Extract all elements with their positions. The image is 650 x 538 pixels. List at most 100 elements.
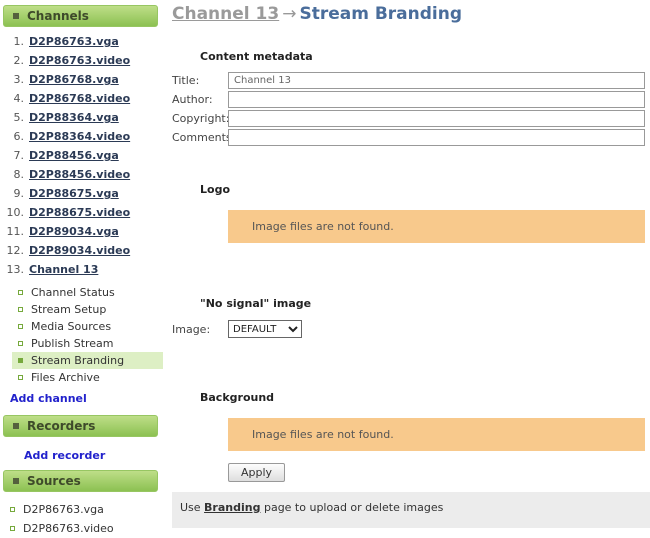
sidebar: Channels 1. D2P86763.vga 2.D2P86763.video… bbox=[0, 0, 163, 538]
comments-field[interactable] bbox=[228, 129, 645, 146]
footer-text-suffix: page to upload or delete images bbox=[260, 501, 443, 514]
page-title: Channel 13→Stream Branding bbox=[172, 4, 645, 24]
square-bullet-icon bbox=[10, 526, 15, 531]
sidebar-item-stream-branding[interactable]: Stream Branding bbox=[12, 352, 163, 369]
channel-link[interactable]: D2P88364.vga bbox=[29, 111, 119, 124]
source-item[interactable]: D2P86763.vga bbox=[0, 500, 163, 519]
channel-number: 1. bbox=[0, 35, 24, 48]
no-signal-image-select[interactable]: DEFAULT bbox=[228, 320, 302, 338]
branding-link[interactable]: Branding bbox=[204, 501, 260, 514]
copyright-field[interactable] bbox=[228, 110, 645, 127]
sidebar-item-channel-status[interactable]: Channel Status bbox=[12, 284, 163, 301]
section-header-label: Channels bbox=[27, 9, 89, 23]
channel-link[interactable]: D2P86763.video bbox=[29, 54, 130, 67]
channel-list-item: 2.D2P86763.video bbox=[0, 54, 163, 73]
square-bullet-icon bbox=[13, 478, 19, 484]
sidebar-item-label: Media Sources bbox=[31, 320, 111, 333]
channel-list-item: 10. D2P88675.video bbox=[0, 206, 163, 225]
page: Channels 1. D2P86763.vga 2.D2P86763.video… bbox=[0, 0, 650, 538]
channel-link[interactable]: D2P89034.vga bbox=[29, 225, 119, 238]
copyright-label: Copyright: bbox=[172, 112, 228, 125]
channel-list-item: 12. D2P89034.video bbox=[0, 244, 163, 263]
author-label: Author: bbox=[172, 93, 228, 106]
channel-number: 8. bbox=[0, 168, 24, 181]
sidebar-section-sources: Sources bbox=[3, 470, 158, 492]
channel-number: 3. bbox=[0, 73, 24, 86]
channel-link[interactable]: Channel 13 bbox=[29, 263, 98, 276]
comments-label: Comments: bbox=[172, 131, 228, 144]
sidebar-item-stream-setup[interactable]: Stream Setup bbox=[12, 301, 163, 318]
channel-link[interactable]: D2P86763.vga bbox=[29, 35, 119, 48]
sidebar-section-channels: Channels bbox=[3, 5, 158, 27]
image-label: Image: bbox=[172, 323, 228, 336]
channel-list-item: 7.D2P88456.vga bbox=[0, 149, 163, 168]
channel-link[interactable]: D2P86768.vga bbox=[29, 73, 119, 86]
source-item[interactable]: D2P86763.video bbox=[0, 519, 163, 538]
channel-list-item: 3. D2P86768.vga bbox=[0, 73, 163, 92]
breadcrumb-arrow: → bbox=[279, 4, 299, 24]
title-field[interactable] bbox=[228, 72, 645, 89]
channel-submenu: Channel Status Stream Setup Media Source… bbox=[12, 284, 163, 386]
channel-number: 9. bbox=[0, 187, 24, 200]
square-bullet-icon bbox=[10, 507, 15, 512]
channel-list: 1. D2P86763.vga 2.D2P86763.video 3. D2P867… bbox=[0, 35, 163, 282]
form-row-copyright: Copyright: bbox=[172, 109, 645, 128]
form-row-author: Author: bbox=[172, 90, 645, 109]
form-row-title: Title: bbox=[172, 71, 645, 90]
sidebar-item-label: Stream Branding bbox=[31, 354, 124, 367]
no-signal-heading: "No signal" image bbox=[200, 297, 645, 310]
logo-notice-banner: Image files are not found. bbox=[228, 210, 645, 243]
background-heading: Background bbox=[200, 391, 645, 404]
sidebar-item-publish-stream[interactable]: Publish Stream bbox=[12, 335, 163, 352]
channel-list-item: 9. D2P88675.vga bbox=[0, 187, 163, 206]
footer-text-prefix: Use bbox=[180, 501, 204, 514]
source-item-label: D2P86763.video bbox=[23, 522, 114, 535]
square-bullet-icon bbox=[18, 324, 23, 329]
content-metadata-heading: Content metadata bbox=[200, 50, 645, 63]
sidebar-item-label: Files Archive bbox=[31, 371, 100, 384]
form-row-comments: Comments: bbox=[172, 128, 645, 147]
square-bullet-icon bbox=[18, 358, 23, 363]
sidebar-item-label: Publish Stream bbox=[31, 337, 114, 350]
main-content: Channel 13→Stream Branding Content metad… bbox=[163, 0, 650, 538]
channel-link[interactable]: D2P88675.vga bbox=[29, 187, 119, 200]
channel-number: 4. bbox=[0, 92, 24, 105]
channel-number: 12. bbox=[0, 244, 24, 257]
channel-link[interactable]: D2P88364.video bbox=[29, 130, 130, 143]
logo-heading: Logo bbox=[200, 183, 645, 196]
square-bullet-icon bbox=[18, 307, 23, 312]
breadcrumb-channel-link[interactable]: Channel 13 bbox=[172, 4, 279, 24]
channel-list-item: 6.D2P88364.video bbox=[0, 130, 163, 149]
square-bullet-icon bbox=[13, 423, 19, 429]
channel-number: 11. bbox=[0, 225, 24, 238]
channel-link[interactable]: D2P88456.video bbox=[29, 168, 130, 181]
section-header-label: Sources bbox=[27, 474, 81, 488]
author-field[interactable] bbox=[228, 91, 645, 108]
square-bullet-icon bbox=[18, 290, 23, 295]
square-bullet-icon bbox=[18, 375, 23, 380]
add-channel-link[interactable]: Add channel bbox=[10, 392, 87, 405]
channel-list-item: 4. D2P86768.video bbox=[0, 92, 163, 111]
channel-list-item: 11. D2P89034.vga bbox=[0, 225, 163, 244]
sidebar-item-media-sources[interactable]: Media Sources bbox=[12, 318, 163, 335]
square-bullet-icon bbox=[18, 341, 23, 346]
metadata-form: Title: Author: Copyright: Comments: bbox=[172, 71, 645, 147]
channel-number: 10. bbox=[0, 206, 24, 219]
channel-list-item: 13. Channel 13 bbox=[0, 263, 163, 282]
source-item-label: D2P86763.vga bbox=[23, 503, 104, 516]
channel-link[interactable]: D2P89034.video bbox=[29, 244, 130, 257]
background-notice-banner: Image files are not found. bbox=[228, 418, 645, 451]
channel-link[interactable]: D2P88456.vga bbox=[29, 149, 119, 162]
title-label: Title: bbox=[172, 74, 228, 87]
channel-number: 13. bbox=[0, 263, 24, 276]
sidebar-section-recorders: Recorders bbox=[3, 415, 158, 437]
channel-list-item: 5.D2P88364.vga bbox=[0, 111, 163, 130]
sidebar-item-files-archive[interactable]: Files Archive bbox=[12, 369, 163, 386]
page-title-current: Stream Branding bbox=[299, 4, 462, 24]
sidebar-item-label: Stream Setup bbox=[31, 303, 106, 316]
add-recorder-link[interactable]: Add recorder bbox=[24, 449, 105, 462]
channel-link[interactable]: D2P86768.video bbox=[29, 92, 130, 105]
apply-button[interactable]: Apply bbox=[228, 463, 285, 482]
channel-link[interactable]: D2P88675.video bbox=[29, 206, 130, 219]
square-bullet-icon bbox=[13, 13, 19, 19]
